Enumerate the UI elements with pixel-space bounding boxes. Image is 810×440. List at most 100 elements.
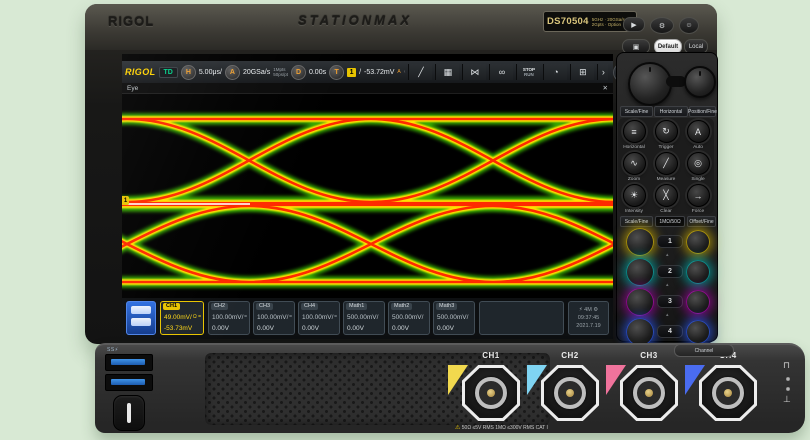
eye-app-icon[interactable] <box>126 301 156 335</box>
ch3-connector-label: CH3 <box>640 351 658 360</box>
run-label: RUN <box>524 72 534 77</box>
ch1-select-button[interactable]: 1 <box>657 235 683 248</box>
horizontal-label: Horizontal <box>654 106 688 117</box>
ch4-offset-knob[interactable] <box>686 320 710 344</box>
zoom-icon: ∿ <box>630 158 638 168</box>
channel-offset: 0.00V <box>302 325 319 332</box>
horizontal-icon: ≡ <box>631 126 637 137</box>
impedance-display[interactable]: 1MΩ/50Ω <box>655 216 685 227</box>
warning-text: 50Ω ≤5V RMS 1MΩ ≤300V RMS CAT I <box>461 425 548 431</box>
stop-run-button[interactable]: STOP RUN <box>516 64 541 80</box>
badge-spec-line2: 2Gpts · Option <box>591 21 621 27</box>
history-button[interactable]: ◔ <box>543 64 568 80</box>
ch3-offset-knob[interactable] <box>686 290 710 314</box>
memory-depth: 1Mpts 50ps/pt <box>273 67 288 77</box>
math-scale: 500.00mV/ <box>347 314 379 321</box>
ch1-offset-knob[interactable] <box>686 230 710 254</box>
delay-value[interactable]: 0.00s <box>309 69 326 76</box>
ground-terminal <box>786 387 790 391</box>
single-button[interactable]: ◎ <box>686 152 710 175</box>
power-button[interactable] <box>113 395 145 431</box>
trigger-slope-icon: / <box>359 68 362 76</box>
channel-scale: 100.00mV/ <box>302 314 334 321</box>
xy-button[interactable]: ⋈ <box>462 64 487 80</box>
channel-offset: 0.00V <box>257 325 274 332</box>
channel-offset: 0.00V <box>212 325 229 332</box>
brand-logo: RIGOL <box>108 14 155 29</box>
trigger-source-badge[interactable]: 1 <box>347 67 357 77</box>
button-label: Auto <box>693 145 703 150</box>
probe-comp-signal-icon: ⊓ <box>783 360 791 370</box>
math1-status-box[interactable]: Math1 500.00mV/ 0.00V <box>343 301 385 335</box>
impedance-icon: = <box>334 314 337 320</box>
channel-tab: CH2 <box>211 303 229 310</box>
run-control-button[interactable]: ▶ <box>623 17 645 32</box>
measure-button-panel[interactable]: ╱ <box>654 152 678 175</box>
trigger-button[interactable]: ↻ <box>654 120 678 143</box>
more-button[interactable]: › <box>597 64 609 80</box>
ch4-scale-knob[interactable] <box>626 318 654 346</box>
search-button[interactable]: ∞ <box>489 64 514 80</box>
button-label: Clear <box>660 209 672 214</box>
channel-offset: -53.73mV <box>164 325 193 332</box>
screen-toolbar: RIGOL TD H 5.00μs/ A 20GSa/s 1Mpts 50ps/p… <box>122 61 633 83</box>
ch1-scale-knob[interactable] <box>626 228 654 256</box>
channel-scale: 100.00mV/ <box>257 314 289 321</box>
trigger-knob-icon[interactable]: T <box>329 64 345 80</box>
clear-button[interactable]: ╳ <box>654 184 678 207</box>
auto-button[interactable]: A <box>686 120 710 143</box>
acquire-knob-icon[interactable]: A <box>224 64 240 80</box>
math3-status-box[interactable]: Math3 500.00mV/ 0.00V <box>433 301 475 335</box>
ch3-select-button[interactable]: 3 <box>657 295 683 308</box>
system-status-icons: ⚡ 4M ⚙ <box>578 307 599 313</box>
run-control-icon: ▶ <box>631 21 637 29</box>
horizontal-position-knob[interactable] <box>684 66 716 98</box>
ch2-scale-knob[interactable] <box>626 258 654 286</box>
settings-button[interactable]: ⚙ <box>650 17 674 34</box>
channel1-status-box[interactable]: CH1 49.00mV/ Ω = -53.73mV <box>160 301 204 335</box>
channel-scale: 49.00mV/ <box>164 314 192 321</box>
channel1-level-marker: 1 <box>122 196 129 205</box>
collapse-chevron-icon[interactable]: ‹ <box>404 69 406 75</box>
ch1-connector-label: CH1 <box>482 351 500 360</box>
ch2-select-button[interactable]: 2 <box>657 265 683 278</box>
channel2-status-box[interactable]: CH2 100.00mV/ = 0.00V <box>208 301 250 335</box>
user-button[interactable]: ☺ <box>679 17 699 34</box>
mode-badge[interactable]: TD <box>158 66 178 78</box>
horizontal-scale-knob[interactable] <box>628 62 672 106</box>
trigger-level-value[interactable]: -53.72mV <box>364 69 394 76</box>
ch3-scale-knob[interactable] <box>626 288 654 316</box>
zoom-button[interactable]: ∿ <box>622 152 646 175</box>
math2-status-box[interactable]: Math2 500.00mV/ 0.00V <box>388 301 430 335</box>
button-label: Trigger <box>658 145 674 150</box>
apps-icon: ⊞ <box>579 66 587 77</box>
vertical-scale-label: Scale/Fine <box>620 216 653 227</box>
force-button[interactable]: → <box>686 184 710 207</box>
math-scale: 500.00mV/ <box>437 314 469 321</box>
channel-tab: CH1 <box>163 303 181 310</box>
horizontal-knob-icon[interactable]: H <box>180 64 196 80</box>
close-icon[interactable]: ✕ <box>603 84 608 92</box>
delay-knob-icon[interactable]: D <box>290 64 306 80</box>
apps-button[interactable]: ⊞ <box>570 64 595 80</box>
measure-button[interactable]: ╱ <box>408 64 433 80</box>
channel4-status-box[interactable]: CH4 100.00mV/ = 0.00V <box>298 301 340 335</box>
ch1-bnc-connector <box>462 365 520 421</box>
screenshot-icon: ▣ <box>632 43 640 51</box>
clear-icon: ╳ <box>663 190 669 200</box>
knob-divider <box>666 76 686 87</box>
ch2-offset-knob[interactable] <box>686 260 710 284</box>
ch4-select-button[interactable]: 4 <box>657 325 683 338</box>
samplerate-value[interactable]: 20GSa/s <box>243 69 270 76</box>
cursors-button[interactable]: ▦ <box>435 64 460 80</box>
channel3-status-box[interactable]: CH3 100.00mV/ = 0.00V <box>253 301 295 335</box>
channel-section-button[interactable]: Channel <box>674 344 734 357</box>
math-tab: Math1 <box>346 303 368 310</box>
horizontal-button[interactable]: ≡ <box>622 120 646 143</box>
math-tab: Math2 <box>391 303 413 310</box>
trigger-mode-flag: A <box>397 69 401 75</box>
intensity-button[interactable]: ☀ <box>622 184 646 207</box>
timebase-value[interactable]: 5.00μs/ <box>199 69 222 76</box>
power-icon <box>127 403 131 423</box>
ch-divider-mark: ▴ <box>666 312 669 318</box>
